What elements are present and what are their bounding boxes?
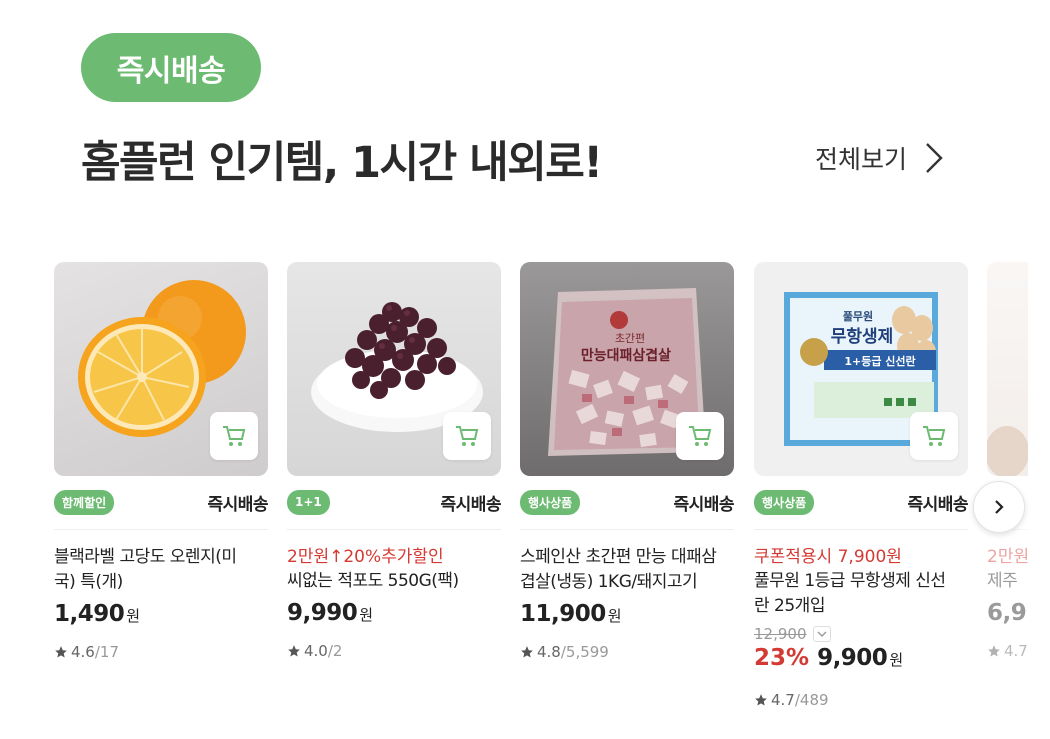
star-icon [988,645,1000,657]
add-to-cart-button[interactable] [210,412,258,460]
product-card[interactable]: 풀무원 무항생제 1+등급 신선란 행사상품 즉시배송 쿠폰적용시 7,900원… [754,262,968,709]
promo-tag: 함께할인 [54,489,115,515]
review-count: /2 [327,642,343,660]
instant-delivery-badge: 즉시배송 [81,33,261,102]
product-card[interactable]: 함께할인 즉시배송 블랙라벨 고당도 오렌지(미 국) 특(개) 1,490 원 4… [54,262,268,661]
section-title: 홈플런 인기템, 1시간 내외로! [81,138,603,188]
package-brand: 초간편 [615,332,645,345]
review-count: /17 [94,643,119,661]
promo-text: 2만원↑20%추가할인 [287,547,444,567]
cart-icon [689,426,712,446]
product-name[interactable]: 블랙라벨 고당도 오렌지(미 국) 특(개) [54,545,268,595]
package-title: 무항생제 [831,326,894,347]
chevron-down-icon [817,631,826,637]
product-rating: 4.7 [987,642,1028,660]
product-image-orange[interactable] [54,262,268,476]
delivery-label: 즉시배송 [440,494,501,515]
star-icon [288,645,300,657]
add-to-cart-button[interactable] [676,412,724,460]
delivery-label: 즉시배송 [207,494,268,515]
currency-unit: 원 [359,606,374,624]
product-price: 6,9 [987,600,1027,626]
review-count: /5,599 [560,643,609,661]
product-name[interactable]: 씨없는 적포도 550G(팩) [287,569,501,594]
star-icon [755,694,767,706]
divider [754,529,968,530]
product-carousel: 함께할인 즉시배송 블랙라벨 고당도 오렌지(미 국) 특(개) 1,490 원 4… [0,262,1028,739]
package-brand: 풀무원 [843,309,873,323]
star-icon [521,646,533,658]
partial-product-illustration [987,426,1028,476]
view-all-label: 전체보기 [815,145,908,174]
divider [287,529,501,530]
product-card-partial[interactable]: 2만원 제주 6,9 4.7 [987,262,1028,660]
product-image-pork[interactable]: 초간편 만능대패삼겹살 [520,262,734,476]
cart-icon [456,426,479,446]
delivery-label: 즉시배송 [907,494,968,515]
product-rating: 4.6/17 [54,643,268,661]
product-price: 9,990 [287,600,358,626]
product-rating: 4.0/2 [287,642,501,660]
add-to-cart-button[interactable] [910,412,958,460]
review-count: /489 [794,691,829,709]
promo-tag: 행사상품 [754,489,815,515]
product-card[interactable]: 1+1 즉시배송 2만원↑20%추가할인 씨없는 적포도 550G(팩) 9,9… [287,262,501,660]
cart-icon [223,426,246,446]
chevron-right-icon [995,500,1004,514]
carousel-next-button[interactable] [973,481,1025,533]
product-name[interactable]: 제주 [987,569,1028,594]
divider [54,529,268,530]
promo-tag: 행사상품 [520,489,581,515]
product-rating: 4.8/5,599 [520,643,734,661]
product-price: 9,900 [817,645,888,671]
discount-rate: 23% [754,645,810,671]
currency-unit: 원 [126,607,141,625]
currency-unit: 원 [607,607,622,625]
delivery-label: 즉시배송 [673,494,734,515]
original-price: 12,900 [754,625,807,643]
product-card[interactable]: 초간편 만능대패삼겹살 행사상품 즉시배송 스페인산 초간편 만능 대패삼 겹살(… [520,262,734,661]
product-image-eggs[interactable]: 풀무원 무항생제 1+등급 신선란 [754,262,968,476]
promo-tag: 1+1 [287,489,330,515]
product-name[interactable]: 스페인산 초간편 만능 대패삼 겹살(냉동) 1KG/돼지고기 [520,545,734,595]
product-price: 1,490 [54,601,125,627]
divider [520,529,734,530]
original-price-row: 12,900 [754,625,968,643]
cart-icon [923,426,946,446]
product-rating: 4.7/489 [754,691,968,709]
product-price: 11,900 [520,601,606,627]
package-subtitle: 1+등급 신선란 [844,354,915,368]
add-to-cart-button[interactable] [443,412,491,460]
promo-text: 2만원 [987,547,1028,567]
chevron-right-icon [926,143,943,173]
price-detail-toggle[interactable] [812,626,831,642]
product-name[interactable]: 풀무원 1등급 무항생제 신선 란 25개입 [754,569,968,619]
package-title: 만능대패삼겹살 [581,347,671,364]
star-icon [55,646,67,658]
currency-unit: 원 [889,651,904,669]
coupon-promo-text: 쿠폰적용시 7,900원 [754,547,902,567]
product-image-grapes[interactable] [287,262,501,476]
view-all-link[interactable]: 전체보기 [815,140,947,176]
product-image-partial[interactable] [987,262,1028,476]
